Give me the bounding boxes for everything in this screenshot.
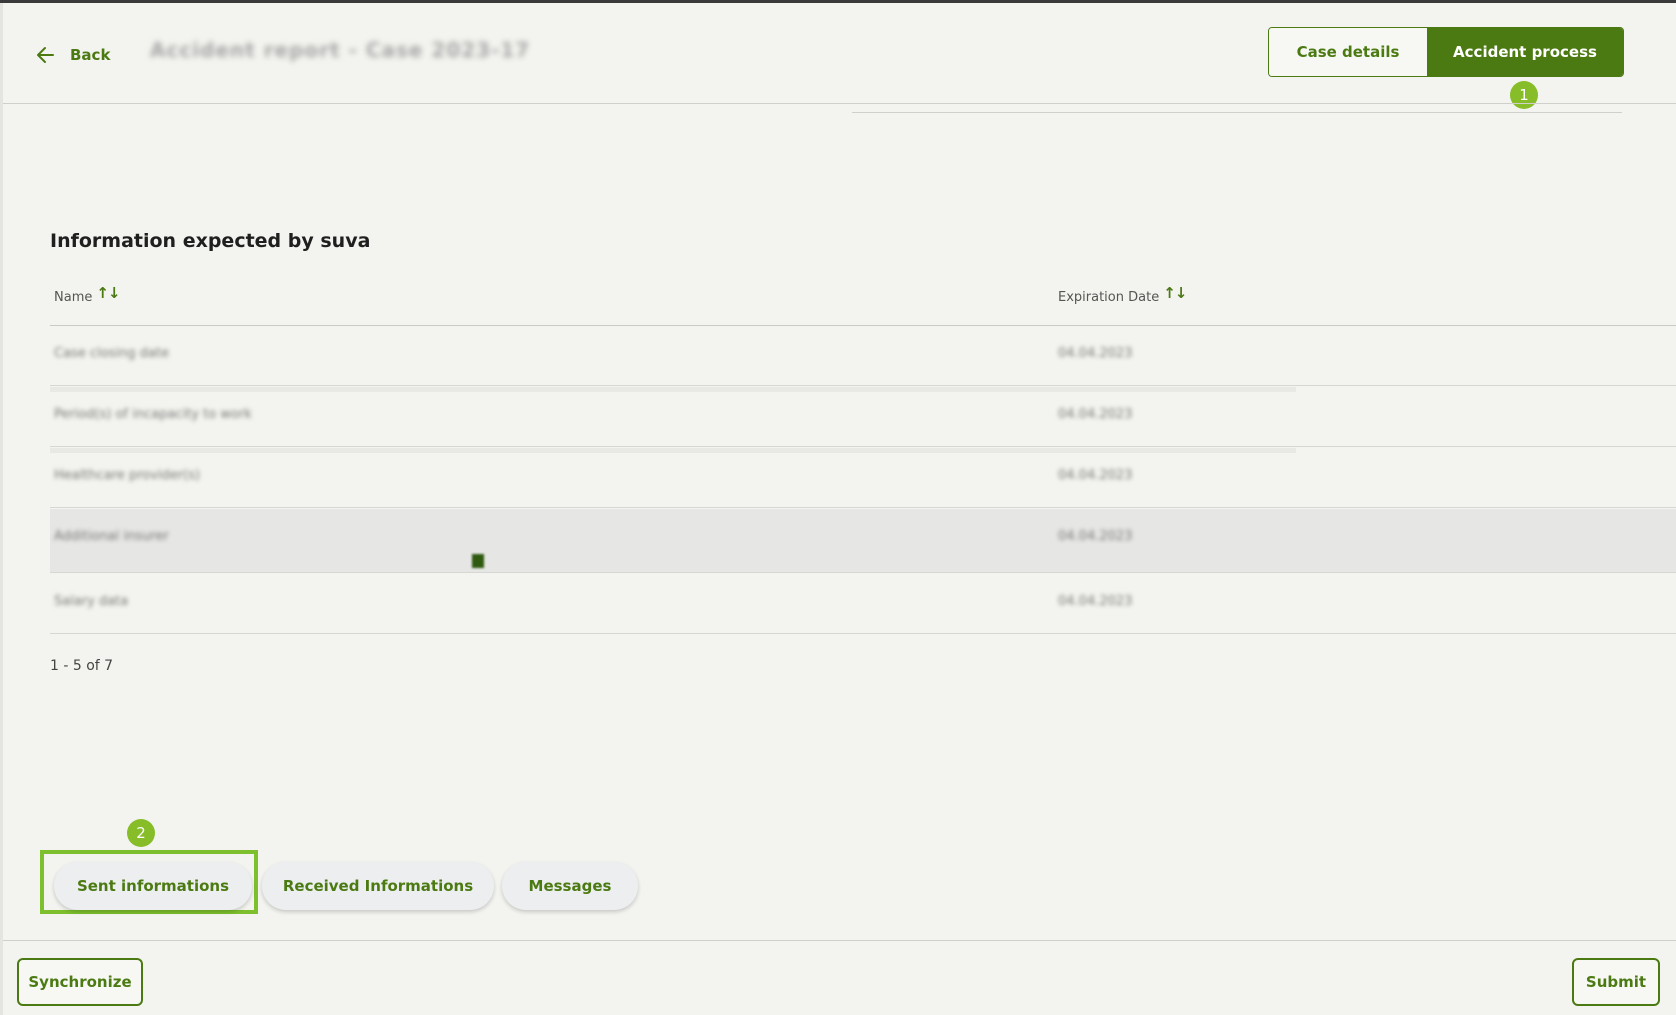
mouse-cursor	[472, 554, 484, 568]
window-left-border	[0, 3, 3, 1015]
back-label: Back	[70, 46, 111, 64]
sort-icon[interactable]: ↑↓	[96, 284, 120, 302]
row-divider	[50, 385, 1676, 386]
back-button[interactable]: Back	[36, 40, 110, 70]
row-divider	[50, 633, 1676, 634]
step-badge-1: 1	[1510, 81, 1538, 109]
cell-name: Healthcare provider(s)	[54, 468, 201, 483]
row-band	[50, 387, 1296, 392]
table-row[interactable]: Period(s) of incapacity to work 04.04.20…	[50, 387, 1676, 447]
cell-name: Salary data	[54, 594, 129, 609]
column-header-name[interactable]: Name ↑↓	[54, 284, 121, 306]
pagination-status: 1 - 5 of 7	[50, 658, 114, 674]
cell-expiration-date: 04.04.2023	[1058, 594, 1133, 609]
row-divider	[50, 507, 1676, 508]
cell-name: Additional insurer	[54, 529, 169, 544]
cell-name: Case closing date	[54, 346, 169, 361]
step-badge-2: 2	[127, 819, 155, 847]
submit-button[interactable]: Submit	[1572, 958, 1660, 1006]
cell-expiration-date: 04.04.2023	[1058, 468, 1133, 483]
synchronize-button[interactable]: Synchronize	[17, 958, 143, 1006]
case-title: Accident report - Case 2023-17	[150, 38, 531, 62]
cell-name: Period(s) of incapacity to work	[54, 407, 252, 422]
table-row[interactable]: Additional insurer 04.04.2023	[50, 509, 1676, 573]
column-header-expiration-date[interactable]: Expiration Date ↑↓	[1058, 284, 1187, 306]
column-label-name: Name	[54, 289, 93, 305]
table-row[interactable]: Case closing date 04.04.2023	[50, 326, 1676, 386]
cell-expiration-date: 04.04.2023	[1058, 529, 1133, 544]
tab-sent-informations[interactable]: Sent informations	[54, 862, 252, 910]
tab-accident-process[interactable]: Accident process	[1427, 28, 1623, 76]
row-divider	[50, 572, 1676, 573]
row-band	[50, 448, 1296, 453]
column-label-expiration-date: Expiration Date	[1058, 289, 1160, 305]
cell-expiration-date: 04.04.2023	[1058, 346, 1133, 361]
row-divider	[50, 446, 1676, 447]
view-switcher: Case details Accident process	[1268, 27, 1624, 77]
tab-messages[interactable]: Messages	[502, 862, 638, 910]
section-title: Information expected by suva	[50, 230, 371, 252]
cell-expiration-date: 04.04.2023	[1058, 407, 1133, 422]
tab-case-details[interactable]: Case details	[1269, 28, 1427, 76]
table-row[interactable]: Healthcare provider(s) 04.04.2023	[50, 448, 1676, 508]
table-row[interactable]: Salary data 04.04.2023	[50, 574, 1676, 634]
footer-divider	[3, 940, 1676, 941]
sort-icon[interactable]: ↑↓	[1163, 284, 1187, 302]
arrow-left-icon	[37, 47, 54, 63]
tab-received-informations[interactable]: Received Informations	[262, 862, 494, 910]
window-top-border	[0, 0, 1676, 3]
header-divider	[3, 103, 1676, 104]
subheader-divider	[852, 112, 1622, 113]
